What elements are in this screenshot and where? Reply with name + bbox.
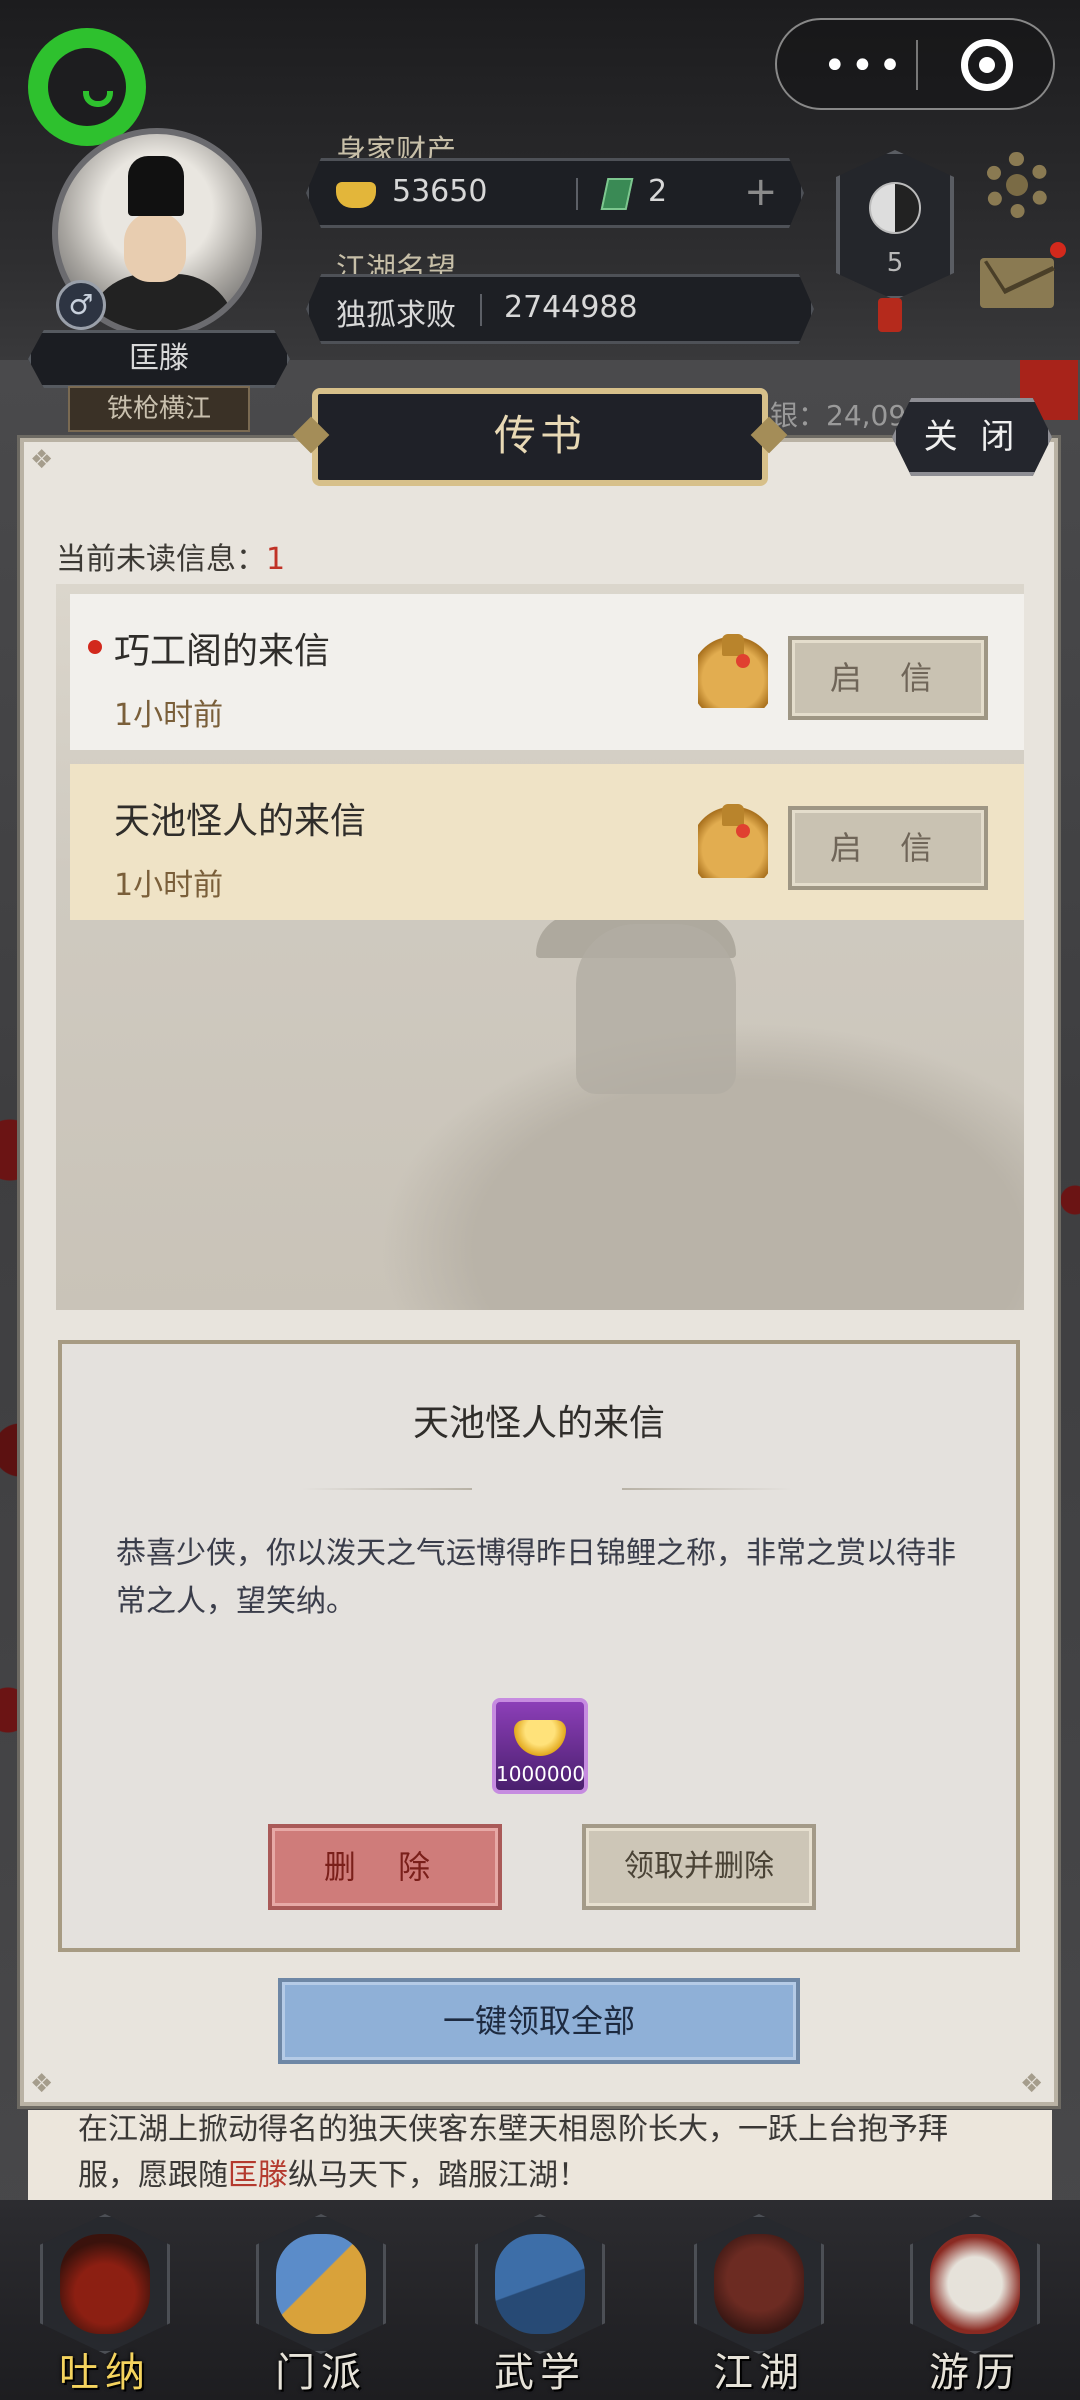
nav-tab-sect[interactable]: 门派 — [246, 2200, 396, 2396]
app-logo-icon — [28, 28, 146, 146]
letter-time: 1小时前 — [114, 698, 224, 733]
jianghu-icon — [714, 2234, 804, 2334]
martial-arts-icon — [495, 2234, 585, 2334]
detail-body: 恭喜少侠，你以泼天之气运博得昨日锦鲤之称，非常之赏以待非常之人，望笑纳。 — [116, 1536, 956, 1619]
reward-pouch-icon — [698, 632, 768, 708]
meditation-icon — [60, 2234, 150, 2334]
detail-title: 天池怪人的来信 — [412, 1403, 665, 1444]
letter-item[interactable]: 巧工阁的来信 1小时前 启 信 — [70, 594, 1024, 750]
nav-tab-tuna[interactable]: 吐纳 — [30, 2200, 180, 2396]
gender-male-icon: ♂ — [56, 280, 106, 330]
dialog-title: 传书 — [312, 388, 768, 486]
divider-ornament — [622, 1488, 792, 1490]
gold-amount: 53650 — [392, 174, 488, 209]
wealth-bar — [306, 158, 804, 228]
close-button[interactable]: 关 闭 — [892, 398, 1052, 476]
more-options-button[interactable]: ••• — [823, 46, 906, 86]
sect-icon — [276, 2234, 366, 2334]
player-title: 铁枪横江 — [68, 386, 250, 432]
fisherman-scenery — [576, 924, 736, 1094]
nav-label: 游历 — [929, 2350, 1021, 2396]
delete-button[interactable]: 删 除 — [268, 1824, 502, 1910]
stat-divider — [480, 294, 482, 326]
reward-pouch-icon — [698, 802, 768, 878]
nav-label: 吐纳 — [59, 2350, 151, 2396]
tassel-decoration — [878, 298, 902, 332]
letter-time: 1小时前 — [114, 868, 224, 903]
reputation-value: 2744988 — [504, 290, 638, 325]
nav-label: 门派 — [275, 2350, 367, 2396]
mail-icon[interactable] — [980, 258, 1054, 308]
settings-gear-icon[interactable] — [984, 152, 1050, 218]
nav-tab-travel[interactable]: 游历 — [900, 2200, 1050, 2396]
claim-and-delete-button[interactable]: 领取并删除 — [582, 1824, 816, 1910]
divider-ornament — [302, 1488, 472, 1490]
miniprogram-capsule: ••• — [775, 18, 1055, 110]
close-miniprogram-icon[interactable] — [961, 39, 1013, 91]
nav-tab-jianghu[interactable]: 江湖 — [684, 2200, 834, 2396]
travel-icon — [930, 2234, 1020, 2334]
reward-quantity: 1000000 — [496, 1762, 586, 1786]
gold-ingot-icon — [514, 1720, 566, 1756]
story-line: 在江湖上掀动得名的独天侠客东壁天相恩阶长大，一跃上台抱予拜 — [78, 2112, 948, 2147]
add-currency-button[interactable]: + — [744, 172, 778, 212]
badge-level: 5 — [886, 248, 904, 278]
unread-count: 1 — [266, 542, 286, 577]
capsule-divider — [916, 40, 918, 90]
rank-badge[interactable]: 5 — [836, 150, 954, 300]
letter-item[interactable]: 天池怪人的来信 1小时前 启 信 — [70, 764, 1024, 920]
gem-amount: 2 — [648, 174, 668, 209]
unread-dot — [88, 640, 102, 654]
yinyang-icon — [869, 182, 921, 234]
nav-tab-martial[interactable]: 武学 — [465, 2200, 615, 2396]
player-name: 匡滕 — [28, 330, 290, 388]
gold-ingot-icon — [336, 182, 376, 208]
claim-all-button[interactable]: 一键领取全部 — [278, 1978, 800, 2064]
reward-item[interactable]: 1000000 — [492, 1698, 588, 1794]
mail-notification-dot — [1050, 242, 1066, 258]
letter-title: 天池怪人的来信 — [114, 801, 367, 842]
unread-info: 当前未读信息：1 — [56, 542, 286, 577]
story-player-name: 匡滕 — [228, 2158, 288, 2193]
letter-detail: 天池怪人的来信 恭喜少侠，你以泼天之气运博得昨日锦鲤之称，非常之赏以待非常之人，… — [58, 1340, 1020, 1952]
nav-label: 武学 — [494, 2350, 586, 2396]
letter-list: 巧工阁的来信 1小时前 启 信 天池怪人的来信 1小时前 启 信 — [56, 584, 1024, 1310]
stat-divider — [576, 178, 578, 210]
open-letter-button[interactable]: 启 信 — [788, 636, 988, 720]
story-text-area: 在江湖上掀动得名的独天侠客东壁天相恩阶长大，一跃上台抱予拜 服，愿跟随匡滕纵马天… — [28, 2110, 1052, 2210]
story-line: 服，愿跟随匡滕纵马天下，踏服江湖！ — [78, 2158, 588, 2193]
rank-title: 独孤求败 — [336, 298, 456, 333]
letter-title: 巧工阁的来信 — [114, 631, 331, 672]
nav-label: 江湖 — [713, 2350, 805, 2396]
open-letter-button[interactable]: 启 信 — [788, 806, 988, 890]
